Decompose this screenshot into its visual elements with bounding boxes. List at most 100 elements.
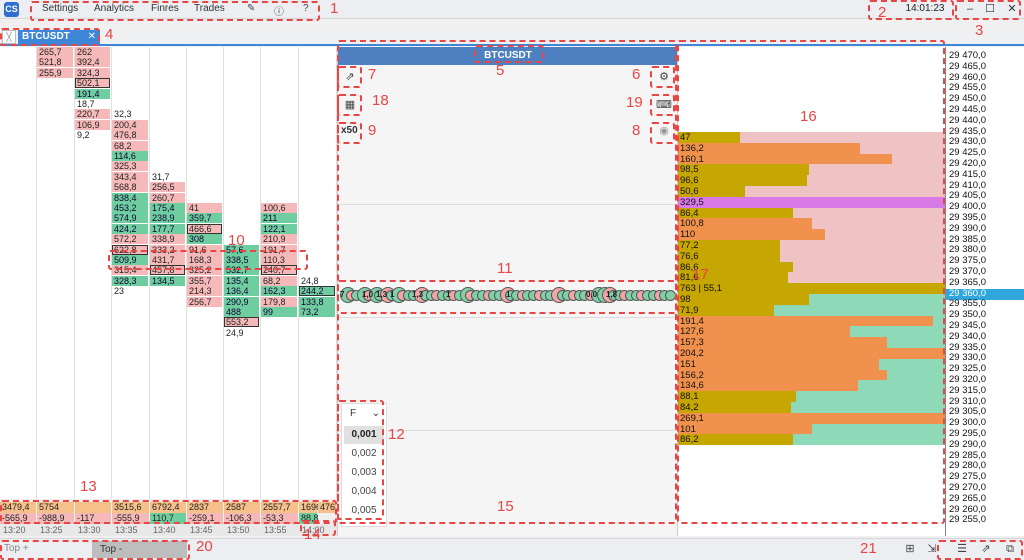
price-label: 29 315,0 <box>949 384 986 396</box>
cluster-cell: 9,2 <box>77 130 90 141</box>
cluster-cell: 392,4 <box>75 57 110 68</box>
annotation-number: 9 <box>368 122 377 139</box>
cluster-cell: 255,9 <box>37 67 73 78</box>
cluster-cell: 328,3 <box>112 275 148 286</box>
time-label: 13:30 <box>78 525 101 535</box>
price-label: 29 405,0 <box>949 190 986 202</box>
annotation-box <box>0 28 100 46</box>
cluster-cell: 24,9 <box>226 327 244 338</box>
annotation-number: 2 <box>878 4 887 21</box>
time-label: 13:20 <box>3 525 26 535</box>
annotation-box <box>0 500 337 524</box>
cluster-column: 32,3 200,4 476,8 68,2 114,6 325,3 343,4 568,8 83… <box>112 47 150 499</box>
cluster-cell: 162,3 <box>261 286 297 297</box>
cluster-cell: 466,6 <box>187 223 222 234</box>
annotation-number: 10 <box>228 232 245 249</box>
cluster-cell: 24,8 <box>301 275 319 286</box>
cluster-cell: 265,7 <box>37 47 73 57</box>
cluster-cell: 200,4 <box>112 119 148 130</box>
price-label: 29 325,0 <box>949 363 986 375</box>
cluster-cell: 99 <box>261 307 297 317</box>
price-label: 29 330,0 <box>949 352 986 364</box>
cluster-cell: 838,4 <box>112 192 148 203</box>
add-window-icon[interactable]: ⊞ <box>902 542 918 556</box>
annotation-number: 5 <box>496 62 505 79</box>
annotation-number: 3 <box>975 22 984 39</box>
price-label: 29 470,0 <box>949 50 986 61</box>
price-label: 29 300,0 <box>949 417 986 429</box>
cluster-cell: 238,9 <box>150 213 185 224</box>
price-label: 29 435,0 <box>949 125 986 137</box>
cluster-cell: 521,8 <box>37 57 73 68</box>
time-label: 13:40 <box>153 525 176 535</box>
app-logo-icon: CS <box>4 2 19 17</box>
cluster-cell: 574,9 <box>112 213 148 224</box>
cluster-cell: 256,7 <box>187 296 222 307</box>
annotation-box <box>955 0 1021 20</box>
cluster-cell: 476,8 <box>112 130 148 141</box>
cluster-column: 100,6 211 122,1 210,9 191,7 110,3 240,7 68,2 162… <box>261 47 299 499</box>
cluster-cell: 453,2 <box>112 203 148 213</box>
price-label: 29 380,0 <box>949 244 986 256</box>
time-label: 13:50 <box>227 525 250 535</box>
price-label: 29 295,0 <box>949 428 986 439</box>
cluster-cell: 220,7 <box>75 109 110 120</box>
price-label: 29 290,0 <box>949 438 986 450</box>
cluster-cell: 106,9 <box>75 119 110 130</box>
cluster-cell: 136,4 <box>224 286 259 297</box>
annotation-number: 20 <box>196 538 213 555</box>
annotation-box <box>0 540 190 560</box>
cluster-cell: 502,1 <box>75 78 110 89</box>
cluster-cell: 324,3 <box>75 67 110 78</box>
annotation-box <box>650 94 675 116</box>
cluster-column: 262 392,4 324,3 502,1 191,4 18,7 220,7 106,9 9,2 <box>75 47 112 499</box>
price-label: 29 370,0 <box>949 266 986 277</box>
price-label: 29 415,0 <box>949 168 986 180</box>
cluster-cell: 191,4 <box>75 88 110 99</box>
price-label: 29 335,0 <box>949 341 986 353</box>
annotation-number: 7 <box>368 66 377 83</box>
price-label: 29 310,0 <box>949 395 986 407</box>
cluster-cell: 325,3 <box>112 161 148 172</box>
cluster-column: 265,7 521,8 255,9 <box>37 47 75 499</box>
price-label: 29 465,0 <box>949 60 986 72</box>
cluster-cell: 214,3 <box>187 286 222 297</box>
annotation-number: 19 <box>626 94 643 111</box>
cluster-cell: 134,5 <box>150 275 185 286</box>
annotation-number: 1 <box>330 0 339 17</box>
cluster-cell: 68,2 <box>112 140 148 151</box>
annotation-box <box>337 94 362 116</box>
price-label: 29 255,0 <box>949 514 986 526</box>
cluster-cell: 488 <box>224 307 259 317</box>
time-label: 13:45 <box>190 525 213 535</box>
annotation-number: 6 <box>632 66 641 83</box>
price-label: 29 340,0 <box>949 330 986 342</box>
cluster-cell: 256,5 <box>150 182 185 193</box>
price-label: 29 260,0 <box>949 503 986 515</box>
price-label: 29 430,0 <box>949 136 986 148</box>
annotation-box <box>337 40 677 524</box>
cluster-cell: 355,7 <box>187 275 222 286</box>
cluster-column <box>0 47 37 499</box>
cluster-chart[interactable]: 265,7 521,8 255,9 262 392,4 324,3 502,1 191,4 18… <box>0 47 337 499</box>
annotation-number: 18 <box>372 92 389 109</box>
price-label: 29 270,0 <box>949 482 986 493</box>
cluster-cell: 572,2 <box>112 234 148 245</box>
cluster-cell: 553,2 <box>224 317 259 328</box>
cluster-cell: 23 <box>114 286 125 297</box>
cluster-cell: 210,9 <box>261 234 297 245</box>
annotation-number: 17 <box>692 266 709 283</box>
cluster-cell: 133,8 <box>299 296 335 307</box>
cluster-cell: 343,4 <box>112 171 148 182</box>
price-label: 29 420,0 <box>949 158 986 169</box>
cluster-cell: 179,8 <box>261 296 297 307</box>
price-label: 29 460,0 <box>949 71 986 83</box>
price-label: 29 450,0 <box>949 93 986 105</box>
price-label: 29 410,0 <box>949 179 986 191</box>
price-label: 29 390,0 <box>949 222 986 234</box>
cluster-cell: 114,6 <box>112 151 148 161</box>
cluster-cell: 290,9 <box>224 296 259 307</box>
price-label: 29 365,0 <box>949 276 986 288</box>
cluster-cell: 175,4 <box>150 203 185 213</box>
annotation-box <box>108 250 308 270</box>
